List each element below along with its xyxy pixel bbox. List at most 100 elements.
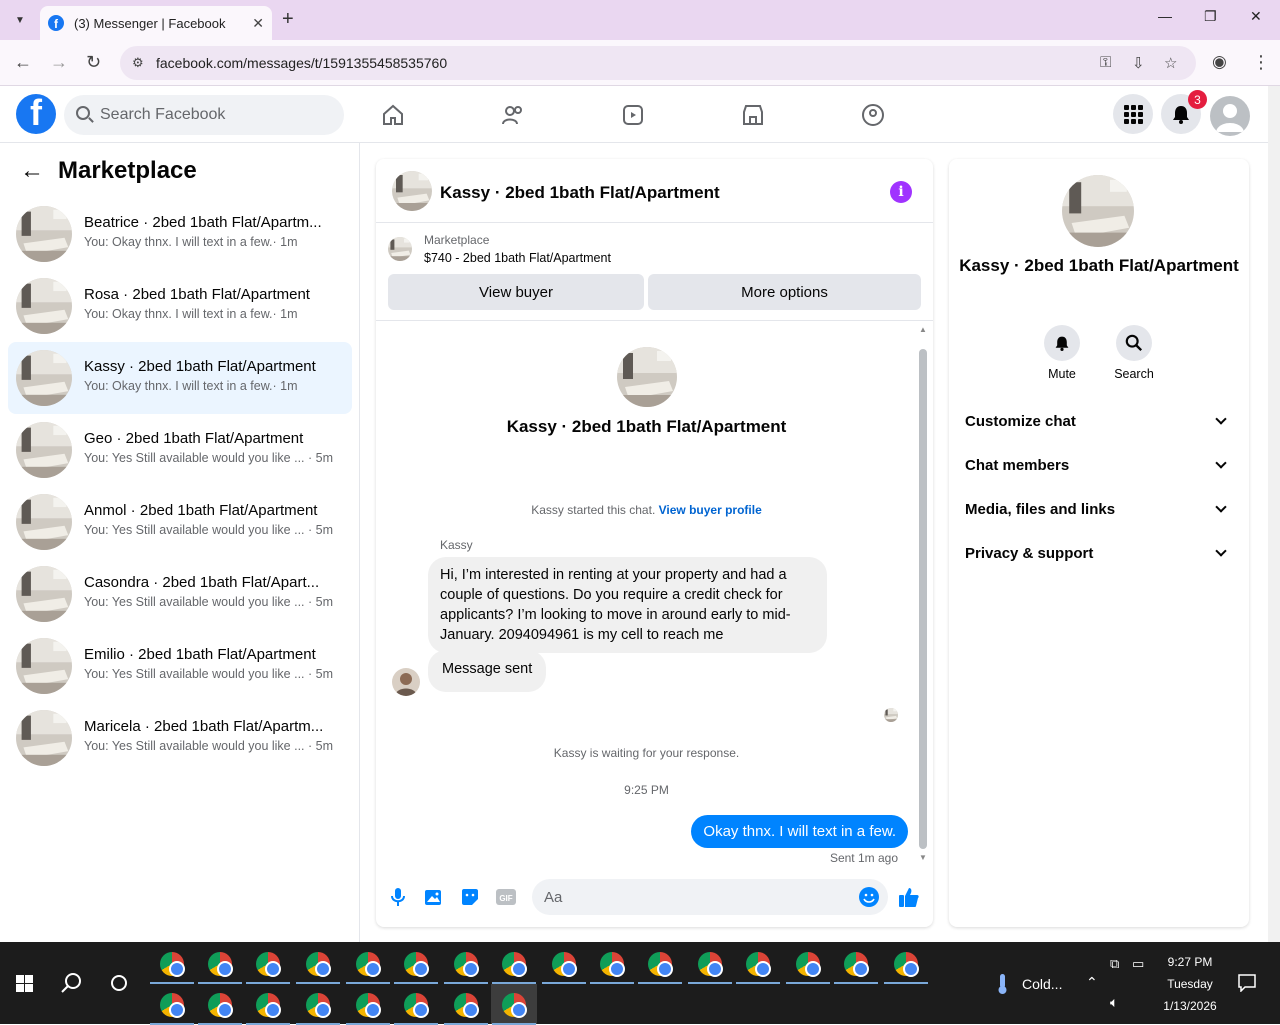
chrome-window-icon[interactable]: [746, 952, 771, 977]
privacy-support-section[interactable]: Privacy & support: [965, 533, 1233, 573]
listing-title[interactable]: $740 - 2bed 1bath Flat/Apartment: [424, 251, 611, 265]
chrome-window-icon[interactable]: [796, 952, 821, 977]
back-arrow-icon[interactable]: ←: [20, 157, 44, 185]
chrome-window-icon[interactable]: [894, 952, 919, 977]
chrome-window-icon[interactable]: [404, 952, 429, 977]
chrome-window-icon[interactable]: [256, 993, 281, 1018]
bookmark-star-icon[interactable]: ☆: [1164, 54, 1177, 72]
conversation-item[interactable]: Emilio · 2bed 1bath Flat/Apartment You: Y…: [8, 630, 352, 702]
view-buyer-profile-link[interactable]: View buyer profile: [659, 503, 762, 517]
chrome-window-icon[interactable]: [454, 952, 479, 977]
tray-device-icon[interactable]: ⧉: [1110, 956, 1119, 972]
chat-members-section[interactable]: Chat members: [965, 445, 1233, 485]
conversation-item[interactable]: Beatrice · 2bed 1bath Flat/Apartm... You:…: [8, 198, 352, 270]
chrome-window-icon[interactable]: [256, 952, 281, 977]
sender-avatar[interactable]: [392, 668, 420, 696]
back-icon[interactable]: ←: [14, 52, 32, 73]
browser-menu-icon[interactable]: ⋮: [1252, 52, 1270, 73]
conversation-item[interactable]: Maricela · 2bed 1bath Flat/Apartm... You:…: [8, 702, 352, 774]
site-settings-icon[interactable]: ⚙: [132, 55, 144, 71]
chat-title[interactable]: Kassy · 2bed 1bath Flat/Apartment: [440, 183, 720, 203]
chrome-window-icon[interactable]: [306, 993, 331, 1018]
restore-icon[interactable]: ❐: [1204, 8, 1217, 25]
video-icon[interactable]: [620, 102, 646, 128]
browser-tab[interactable]: f (3) Messenger | Facebook ✕: [40, 6, 272, 40]
conversation-item[interactable]: Rosa · 2bed 1bath Flat/Apartment You: Oka…: [8, 270, 352, 342]
address-bar[interactable]: ⚙ facebook.com/messages/t/15913554585357…: [120, 46, 1196, 80]
conversation-item[interactable]: Casondra · 2bed 1bath Flat/Apart... You: …: [8, 558, 352, 630]
marketplace-icon[interactable]: [740, 102, 766, 128]
chrome-window-icon[interactable]: [208, 993, 233, 1018]
chrome-window-icon[interactable]: [844, 952, 869, 977]
chrome-window-icon[interactable]: [404, 993, 429, 1018]
page-scrollbar[interactable]: [1268, 86, 1280, 942]
chrome-window-icon[interactable]: [306, 952, 331, 977]
clock-day[interactable]: Tuesday: [1160, 977, 1220, 991]
customize-chat-section[interactable]: Customize chat: [965, 401, 1233, 441]
minimize-icon[interactable]: —: [1158, 8, 1172, 24]
conversation-avatar: [16, 350, 72, 406]
gaming-icon[interactable]: [860, 102, 886, 128]
chrome-window-icon[interactable]: [208, 952, 233, 977]
chat-avatar[interactable]: [392, 171, 432, 211]
scroll-up-icon[interactable]: ▲: [919, 325, 927, 334]
chrome-window-icon[interactable]: [160, 993, 185, 1018]
new-tab-icon[interactable]: +: [282, 8, 294, 31]
more-options-button[interactable]: More options: [648, 274, 921, 310]
facebook-logo-icon[interactable]: f: [16, 94, 56, 134]
close-window-icon[interactable]: ✕: [1250, 8, 1262, 25]
notifications-button[interactable]: 3: [1161, 90, 1207, 134]
scroll-down-icon[interactable]: ▼: [919, 853, 927, 862]
media-files-section[interactable]: Media, files and links: [965, 489, 1233, 529]
home-icon[interactable]: [380, 102, 406, 128]
chrome-window-icon[interactable]: [356, 993, 381, 1018]
chrome-window-icon[interactable]: [454, 993, 479, 1018]
profile-icon[interactable]: ◉: [1212, 52, 1227, 72]
search-chat-button[interactable]: Search: [1104, 325, 1164, 381]
pinned-app-icon[interactable]: [160, 952, 185, 977]
mute-button[interactable]: Mute: [1032, 325, 1092, 381]
chrome-window-icon[interactable]: [648, 952, 673, 977]
chat-scrollbar[interactable]: ▲ ▼: [917, 325, 929, 865]
chrome-window-icon[interactable]: [502, 952, 527, 977]
conversation-item[interactable]: Geo · 2bed 1bath Flat/Apartment You: Yes …: [8, 414, 352, 486]
search-input[interactable]: Search Facebook: [64, 95, 344, 135]
forward-icon[interactable]: →: [50, 52, 68, 73]
password-key-icon[interactable]: ⚿: [1100, 54, 1111, 71]
friends-icon[interactable]: [500, 102, 526, 128]
apartment-photo-icon: [392, 171, 432, 211]
conversation-item[interactable]: Anmol · 2bed 1bath Flat/Apartment You: Ye…: [8, 486, 352, 558]
tab-search-dropdown-icon[interactable]: ▼: [8, 8, 32, 32]
conversation-avatar: [16, 422, 72, 478]
message-input[interactable]: Aa: [532, 879, 888, 915]
photo-icon[interactable]: [423, 886, 445, 908]
menu-grid-button[interactable]: [1113, 94, 1153, 134]
tab-close-icon[interactable]: ✕: [252, 15, 264, 32]
reload-icon[interactable]: ↻: [86, 52, 101, 73]
clock-date[interactable]: 1/13/2026: [1155, 999, 1225, 1013]
chrome-window-icon[interactable]: [502, 993, 527, 1018]
network-icon[interactable]: ▭: [1132, 956, 1144, 972]
account-avatar[interactable]: [1210, 96, 1250, 136]
chrome-window-icon[interactable]: [356, 952, 381, 977]
chrome-window-icon[interactable]: [600, 952, 625, 977]
outgoing-message[interactable]: Okay thnx. I will text in a few.: [691, 815, 908, 848]
profile-avatar[interactable]: [1062, 175, 1134, 247]
gif-icon[interactable]: GIF: [495, 886, 517, 908]
conversation-item[interactable]: Kassy · 2bed 1bath Flat/Apartment You: Ok…: [8, 342, 352, 414]
volume-icon[interactable]: 🔈︎: [1110, 994, 1118, 1011]
info-icon[interactable]: i: [890, 181, 912, 203]
tray-expand-icon[interactable]: ⌃: [1086, 974, 1098, 991]
chrome-window-icon[interactable]: [552, 952, 577, 977]
view-buyer-button[interactable]: View buyer: [388, 274, 644, 310]
message-sent-bubble[interactable]: Message sent: [428, 650, 547, 692]
incoming-message[interactable]: Hi, I’m interested in renting at your pr…: [428, 557, 827, 653]
chrome-window-icon[interactable]: [698, 952, 723, 977]
weather-text[interactable]: Cold...: [1022, 976, 1062, 992]
clock-time[interactable]: 9:27 PM: [1160, 955, 1220, 969]
like-thumb-icon[interactable]: [898, 886, 920, 908]
microphone-icon[interactable]: [387, 886, 409, 908]
install-app-icon[interactable]: ⇩: [1132, 54, 1145, 72]
scroll-thumb[interactable]: [919, 349, 927, 849]
sticker-icon[interactable]: [459, 886, 481, 908]
